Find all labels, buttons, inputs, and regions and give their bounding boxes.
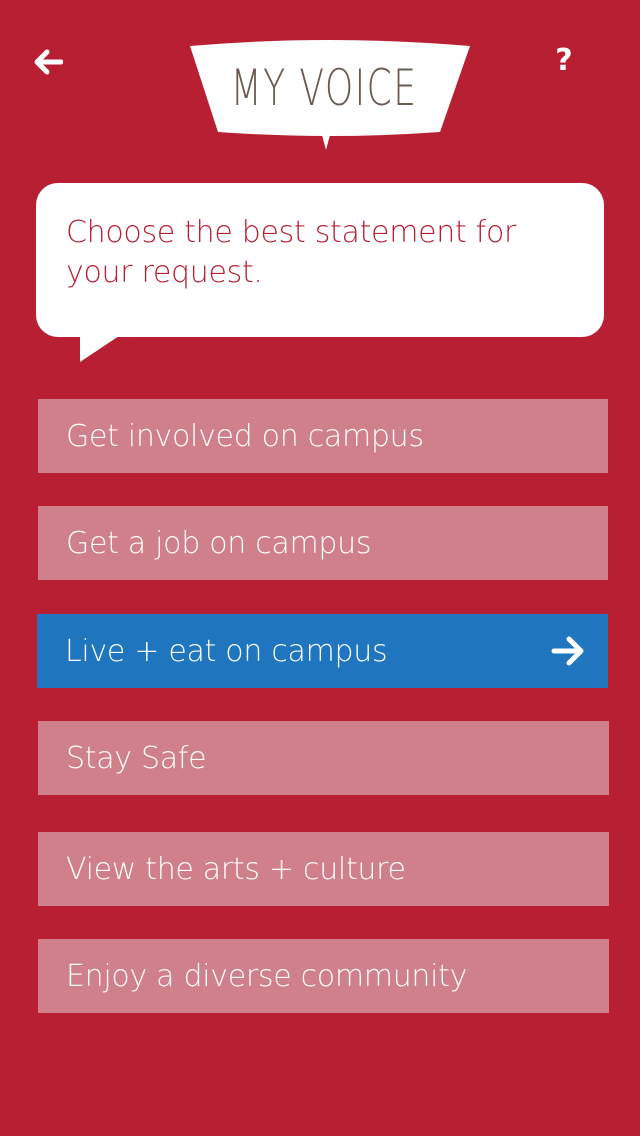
option-arts-culture[interactable]: View the arts + culture xyxy=(38,832,609,906)
my-voice-logo: MY VOICE xyxy=(188,40,472,152)
option-diverse-community[interactable]: Enjoy a diverse community xyxy=(38,939,609,1013)
option-get-job[interactable]: Get a job on campus xyxy=(38,506,608,580)
option-label: Enjoy a diverse community xyxy=(66,958,468,994)
option-label: View the arts + culture xyxy=(66,851,406,887)
arrow-left-icon xyxy=(34,49,63,75)
help-button[interactable]: ? xyxy=(544,36,584,84)
back-button[interactable] xyxy=(26,40,70,84)
logo-text: MY VOICE xyxy=(230,59,418,117)
prompt-bubble: Choose the best statement for your reque… xyxy=(36,183,604,337)
top-bar: MY VOICE ? xyxy=(0,0,640,170)
option-stay-safe[interactable]: Stay Safe xyxy=(38,721,609,795)
option-label: Get involved on campus xyxy=(66,418,424,454)
arrow-right-icon xyxy=(551,636,584,666)
prompt-text: Choose the best statement for your reque… xyxy=(66,215,517,290)
option-live-eat[interactable]: Live + eat on campus xyxy=(37,614,608,688)
option-get-involved[interactable]: Get involved on campus xyxy=(38,399,608,473)
option-label: Live + eat on campus xyxy=(65,633,388,669)
option-label: Stay Safe xyxy=(66,740,207,776)
prompt-bubble-tail xyxy=(80,334,122,362)
option-label: Get a job on campus xyxy=(66,525,372,561)
